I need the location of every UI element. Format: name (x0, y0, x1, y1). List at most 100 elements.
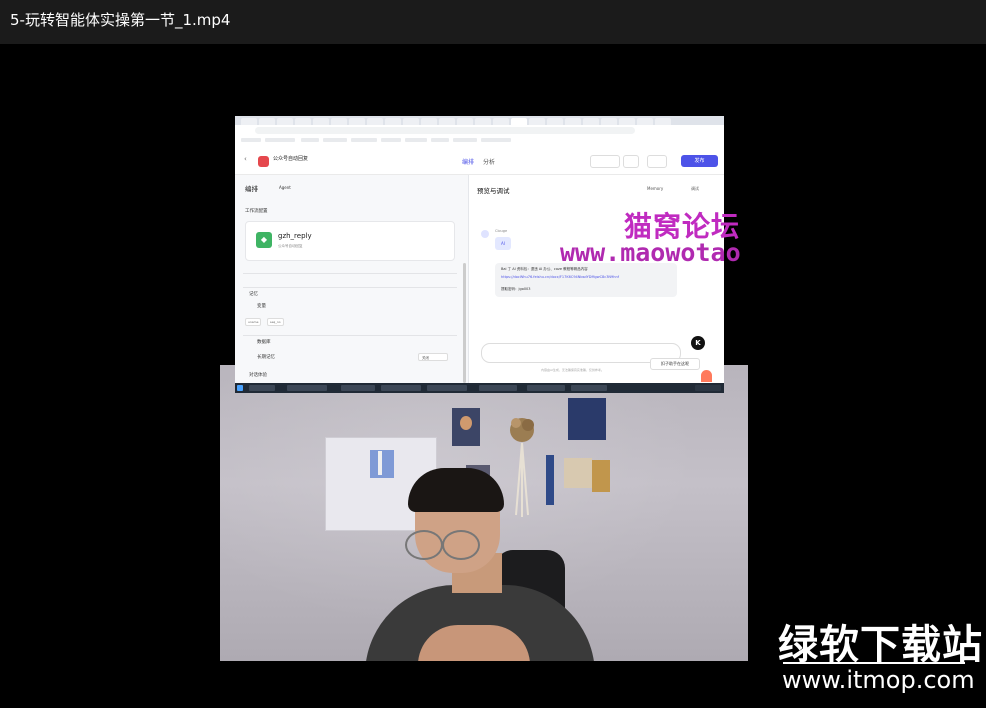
browser-tab[interactable] (367, 118, 383, 125)
browser-tab[interactable] (259, 118, 275, 125)
system-tray[interactable] (695, 385, 721, 391)
browser-tab[interactable] (385, 118, 401, 125)
whiteboard-card (370, 450, 394, 478)
browser-tab[interactable] (619, 118, 635, 125)
bookmark[interactable] (351, 138, 377, 142)
bookmark[interactable] (323, 138, 347, 142)
bot-username: Clouge (495, 229, 508, 233)
header-button[interactable] (623, 155, 639, 168)
browser-tab[interactable] (403, 118, 419, 125)
browser-tab[interactable] (241, 118, 257, 125)
assistant-fab-icon[interactable]: K (691, 336, 705, 350)
browser-tab[interactable] (655, 118, 671, 125)
browser-tab[interactable] (295, 118, 311, 125)
taskbar-item[interactable] (287, 385, 327, 391)
taskbar-item[interactable] (341, 385, 375, 391)
variable-chip: seq_no (267, 318, 284, 326)
message-link[interactable]: https://docWhu76.feishu.cn/docx/F17K6C94… (501, 275, 619, 279)
debug-button[interactable]: 调试 (691, 186, 699, 192)
browser-tab-active[interactable] (511, 118, 527, 125)
message-code: 提取密码：jgo003 (501, 287, 531, 291)
workflow-card[interactable]: ◆ gzh_reply 公众号自动回复 (245, 221, 455, 261)
taskbar-item[interactable] (479, 385, 517, 391)
player-titlebar: 5-玩转智能体实操第一节_1.mp4 (0, 0, 986, 44)
starry-night-print (568, 398, 606, 440)
chat-message: Bai 丁 AI 资料包：退违 AI 办公、coze 教程等精品内容 https… (495, 263, 677, 297)
preview-title: 预览与调试 (477, 187, 510, 195)
taskbar-item[interactable] (427, 385, 467, 391)
browser-tab[interactable] (331, 118, 347, 125)
long-memory-select[interactable]: 关闭 (418, 353, 448, 361)
bot-logo-icon (258, 156, 269, 167)
browser-tab[interactable] (439, 118, 455, 125)
webcam-feed (220, 365, 748, 661)
glasses-lens-left (405, 530, 443, 560)
bookmark[interactable] (481, 138, 511, 142)
presenter-hair (408, 468, 504, 512)
glasses-lens-right (442, 530, 480, 560)
browser-tab[interactable] (565, 118, 581, 125)
bookmark[interactable] (301, 138, 319, 142)
wall-photo (592, 460, 610, 492)
browser-tab[interactable] (421, 118, 437, 125)
bookmark[interactable] (381, 138, 401, 142)
bookmark[interactable] (241, 138, 261, 142)
browser-tab[interactable] (601, 118, 617, 125)
header-button[interactable] (647, 155, 667, 168)
workflow-name: gzh_reply (278, 232, 312, 240)
scrollbar[interactable] (463, 263, 466, 383)
tab-analyze[interactable]: 分析 (483, 157, 495, 166)
bookmark[interactable] (453, 138, 477, 142)
browser-tab[interactable] (475, 118, 491, 125)
browser-tab[interactable] (547, 118, 563, 125)
windows-taskbar (235, 383, 724, 393)
browser-tab[interactable] (349, 118, 365, 125)
url-input[interactable] (255, 127, 635, 134)
bookmark[interactable] (265, 138, 295, 142)
browser-tab[interactable] (457, 118, 473, 125)
taskbar-item[interactable] (381, 385, 421, 391)
variables-row[interactable]: 变量 (257, 303, 266, 309)
database-row[interactable]: 数据库 (257, 339, 271, 345)
browser-tab[interactable] (493, 118, 509, 125)
whiteboard-pen (378, 451, 382, 475)
publish-button[interactable]: 发布 (681, 155, 718, 167)
wall-bookmark (546, 455, 554, 505)
divider (243, 273, 457, 274)
taskbar-item[interactable] (527, 385, 565, 391)
browser-tabbar (235, 116, 724, 125)
bot-avatar (481, 230, 489, 238)
memory-title: 记忆 (249, 292, 258, 297)
mode-select[interactable]: Agent (279, 185, 291, 190)
van-gogh-portrait (452, 408, 480, 446)
workflow-description: 公众号自动回复 (278, 244, 303, 248)
settings-title: 对话体验 (249, 373, 267, 378)
bookmark[interactable] (405, 138, 427, 142)
browser-tab[interactable] (313, 118, 329, 125)
taskbar-item[interactable] (249, 385, 275, 391)
app-header: ‹ 公众号自动回复 编排 分析 发布 (235, 144, 724, 175)
start-icon[interactable] (237, 385, 243, 391)
bot-name: 公众号自动回复 (273, 156, 309, 162)
watermark-brand-url: www.itmop.com (782, 666, 975, 694)
divider (243, 287, 457, 288)
mascot-icon[interactable] (701, 370, 712, 382)
header-button[interactable] (590, 155, 620, 168)
browser-tab[interactable] (583, 118, 599, 125)
variable-chip: uname (245, 318, 262, 326)
watermark-maowo-url: www.maowotao (560, 238, 741, 267)
wall-photo (564, 458, 592, 488)
message-text: Bai 丁 AI 资料包：退违 AI 办公、coze 教程等精品内容 (501, 267, 588, 271)
taskbar-item[interactable] (571, 385, 607, 391)
back-icon[interactable]: ‹ (244, 155, 247, 163)
browser-tab[interactable] (277, 118, 293, 125)
browser-tab[interactable] (529, 118, 545, 125)
workflow-icon: ◆ (256, 232, 272, 248)
bookmark[interactable] (431, 138, 449, 142)
orchestration-panel: 编排 Agent 工作流配置 ◆ gzh_reply 公众号自动回复 记忆 变量… (235, 175, 469, 383)
long-memory-row[interactable]: 长期记忆 (257, 354, 275, 360)
ai-chip: AI (495, 237, 511, 250)
tab-edit[interactable]: 编排 (462, 157, 474, 166)
browser-tab[interactable] (637, 118, 653, 125)
memory-button[interactable]: Memory (647, 186, 663, 191)
